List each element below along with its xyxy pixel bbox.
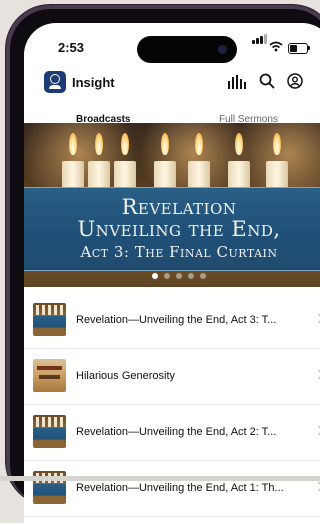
flame (195, 133, 203, 155)
bottom-edge (0, 476, 320, 481)
flame (121, 133, 129, 155)
phone-frame: 2:53 Insight Broadcasts Full Sermons Rev… (6, 5, 320, 523)
list-item-title: Revelation—Unveiling the End, Act 3: T..… (76, 314, 277, 326)
status-bar: 2:53 (24, 23, 320, 65)
hero-title-banner: Revelation Unveiling the End, Act 3: The… (24, 187, 320, 271)
logo-icon[interactable] (44, 71, 66, 93)
carousel-dot[interactable] (164, 273, 170, 279)
app-header: Insight (24, 67, 320, 105)
flame (69, 133, 77, 155)
camera-icon (218, 45, 227, 54)
wifi-icon (269, 41, 283, 52)
chevron-right-icon (313, 425, 320, 436)
revelation-thumbnail (33, 303, 66, 336)
list-item[interactable]: Revelation—Unveiling the End, Act 2: T..… (24, 405, 320, 461)
status-time: 2:53 (58, 40, 85, 55)
app-screen: 2:53 Insight Broadcasts Full Sermons Rev… (24, 23, 320, 523)
list-item[interactable]: Revelation—Unveiling the End, Act 1: Th.… (24, 461, 320, 517)
carousel-dot[interactable] (200, 273, 206, 279)
carousel-dot[interactable] (188, 273, 194, 279)
carousel-dot[interactable] (152, 273, 158, 279)
list-item[interactable]: Revelation—Unveiling the End, Act 3: T..… (24, 293, 320, 349)
app-name: Insight (72, 75, 115, 90)
hero-title-line-2: Unveiling the End, (77, 217, 281, 241)
phone-bezel: 2:53 Insight Broadcasts Full Sermons Rev… (10, 9, 320, 523)
user-icon[interactable] (287, 73, 303, 89)
audio-bars-icon[interactable] (228, 75, 246, 89)
hero-carousel[interactable]: Revelation Unveiling the End, Act 3: The… (24, 123, 320, 287)
flame (273, 133, 281, 155)
list-item-title: Revelation—Unveiling the End, Act 2: T..… (76, 426, 277, 438)
broadcast-list: Revelation—Unveiling the End, Act 3: T..… (24, 293, 320, 517)
flame (161, 133, 169, 155)
hero-title-line-1: Revelation (121, 195, 237, 219)
flame (235, 133, 243, 155)
search-icon[interactable] (259, 73, 275, 89)
chevron-right-icon (313, 369, 320, 380)
list-item-title: Revelation—Unveiling the End, Act 1: Th.… (76, 482, 284, 494)
carousel-pagination (24, 273, 320, 279)
dynamic-island (137, 36, 237, 63)
chevron-right-icon (313, 313, 320, 324)
revelation-thumbnail (33, 415, 66, 448)
list-item[interactable]: Hilarious Generosity (24, 349, 320, 405)
generosity-thumbnail (33, 359, 66, 392)
hero-title-line-3: Act 3: The Final Curtain (80, 243, 278, 261)
list-item-title: Hilarious Generosity (76, 370, 176, 382)
chevron-right-icon (313, 481, 320, 492)
battery-icon (288, 43, 310, 54)
carousel-dot[interactable] (176, 273, 182, 279)
flame (95, 133, 103, 155)
